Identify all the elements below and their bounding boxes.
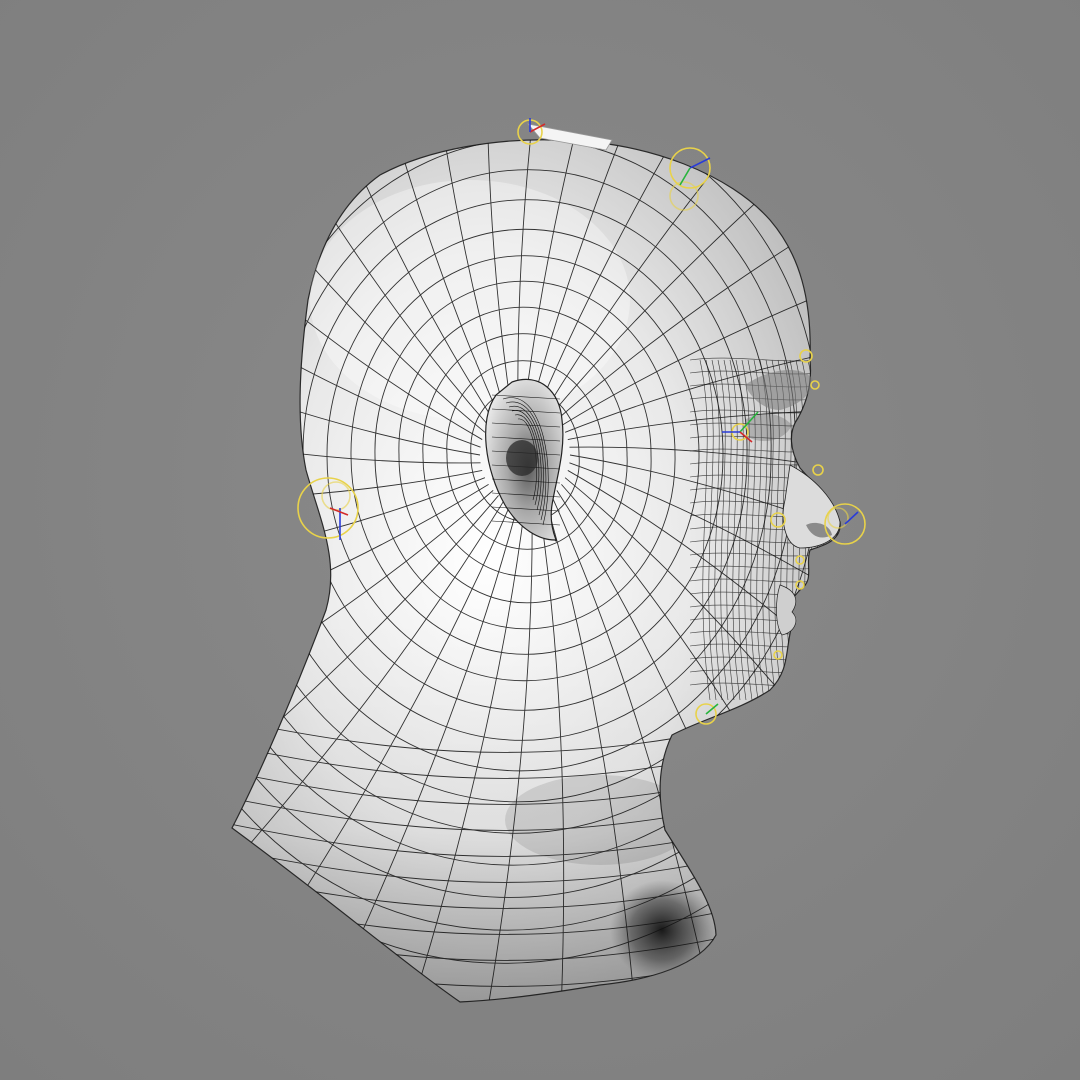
3d-viewport[interactable] [0, 0, 1080, 1080]
temple-highlight [310, 180, 630, 420]
head-mesh-scene[interactable] [0, 0, 1080, 1080]
ear-canal [506, 440, 538, 476]
